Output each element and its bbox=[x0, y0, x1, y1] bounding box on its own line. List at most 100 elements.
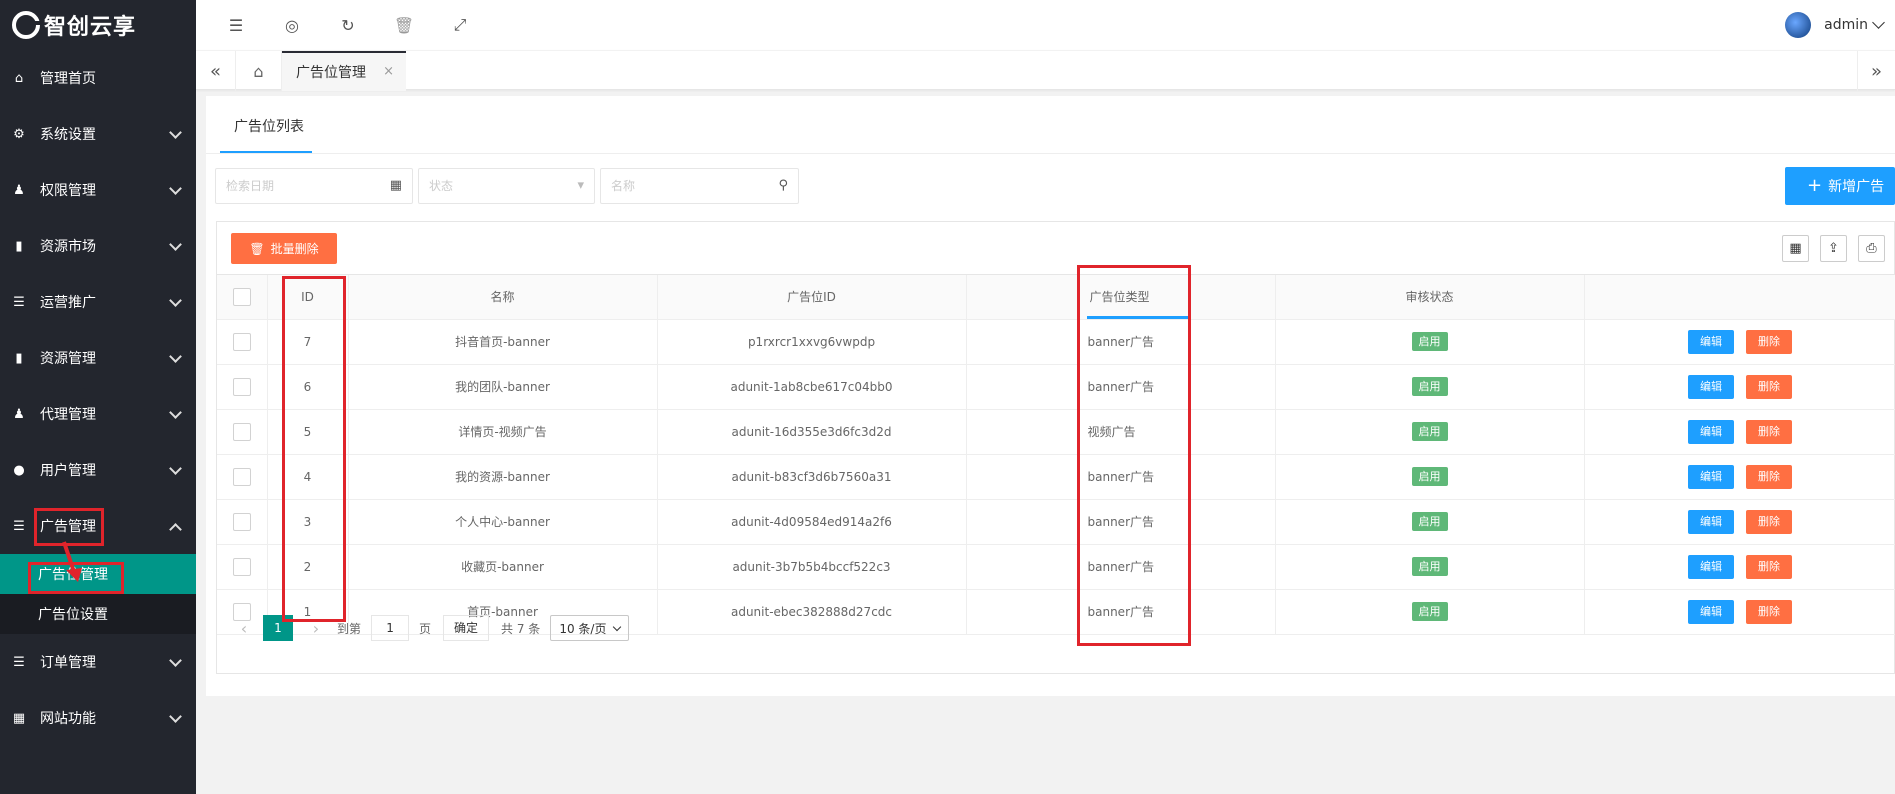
fullscreen-icon[interactable]: ⤢ bbox=[432, 0, 488, 50]
status-select[interactable] bbox=[419, 169, 594, 203]
sidebar-item-label: 系统设置 bbox=[40, 127, 96, 143]
edit-button[interactable]: 编辑 bbox=[1688, 554, 1734, 579]
sidebar-subitem-ad-slot-settings[interactable]: 广告位设置 bbox=[0, 594, 196, 634]
edit-button[interactable]: 编辑 bbox=[1688, 419, 1734, 444]
cell-ad-slot-id: adunit-3b7b5b4bccf522c3 bbox=[657, 544, 967, 590]
list-icon: ☰ bbox=[13, 518, 25, 534]
cell-review-status: 启用 bbox=[1275, 364, 1585, 410]
tab-label: 广告位管理 bbox=[296, 65, 366, 81]
sidebar-item-home[interactable]: ⌂ 管理首页 bbox=[0, 50, 196, 106]
delete-button[interactable]: 删除 bbox=[1746, 554, 1792, 579]
trash-icon[interactable]: 🗑 bbox=[376, 0, 432, 50]
refresh-icon[interactable]: ↻ bbox=[320, 0, 376, 50]
chevron-down-icon bbox=[169, 182, 182, 195]
header-name[interactable]: 名称 bbox=[348, 275, 658, 320]
status-badge: 启用 bbox=[1411, 467, 1448, 486]
name-filter[interactable]: ⚲ bbox=[600, 168, 799, 204]
gear-icon: ⚙ bbox=[13, 126, 25, 142]
chevron-down-icon bbox=[169, 710, 182, 723]
sidebar-item-permissions[interactable]: ♟ 权限管理 bbox=[0, 162, 196, 218]
cell-review-status: 启用 bbox=[1275, 319, 1585, 365]
table-row: 4 我的资源-banner adunit-b83cf3d6b7560a31 banne… bbox=[217, 454, 1895, 500]
delete-button[interactable]: 删除 bbox=[1746, 464, 1792, 489]
row-checkbox[interactable] bbox=[232, 332, 251, 351]
edit-button[interactable]: 编辑 bbox=[1688, 329, 1734, 354]
export-icon[interactable]: ⇪ bbox=[1820, 235, 1847, 262]
row-checkbox[interactable] bbox=[232, 557, 251, 576]
table-panel: 🗑 批量删除 ▦ ⇪ ⎙ ID 名称 广告位ID 广告位类型 审核状态 7 抖音… bbox=[216, 221, 1895, 674]
row-select-cell bbox=[217, 499, 268, 545]
edit-button[interactable]: 编辑 bbox=[1688, 464, 1734, 489]
tabs-scroll-left-icon[interactable]: « bbox=[196, 51, 236, 91]
globe-icon[interactable]: ◎ bbox=[264, 0, 320, 50]
delete-button[interactable]: 删除 bbox=[1746, 329, 1792, 354]
sidebar-item-agents[interactable]: ♟ 代理管理 bbox=[0, 386, 196, 442]
annotation-box-type-column bbox=[1077, 265, 1191, 646]
header-ad-slot-id[interactable]: 广告位ID bbox=[657, 275, 967, 320]
sidebar-item-resource-management[interactable]: ▮ 资源管理 bbox=[0, 330, 196, 386]
cell-review-status: 启用 bbox=[1275, 499, 1585, 545]
collapse-sidebar-icon[interactable]: ☰ bbox=[208, 0, 264, 50]
username: admin bbox=[1824, 17, 1868, 33]
status-badge: 启用 bbox=[1411, 512, 1448, 531]
chevron-down-icon: ▾ bbox=[577, 178, 584, 193]
goto-confirm-button[interactable]: 确定 bbox=[443, 615, 490, 641]
cell-actions: 编辑 删除 bbox=[1584, 454, 1895, 500]
cell-ad-slot-id: adunit-b83cf3d6b7560a31 bbox=[657, 454, 967, 500]
delete-button[interactable]: 删除 bbox=[1746, 509, 1792, 534]
add-ad-button[interactable]: + 新增广告 bbox=[1785, 167, 1895, 205]
top-header: ☰ ◎ ↻ 🗑 ⤢ admin bbox=[196, 0, 1895, 50]
sidebar-item-label: 资源市场 bbox=[40, 239, 96, 255]
sidebar-item-operations[interactable]: ☰ 运营推广 bbox=[0, 274, 196, 330]
select-all-checkbox[interactable] bbox=[232, 287, 251, 306]
row-checkbox[interactable] bbox=[232, 422, 251, 441]
name-search-input[interactable] bbox=[601, 169, 798, 203]
cell-ad-slot-id: adunit-4d09584ed914a2f6 bbox=[657, 499, 967, 545]
prev-page-icon[interactable]: ‹ bbox=[233, 619, 255, 638]
card-tabs: 广告位列表 bbox=[206, 96, 1895, 154]
status-filter[interactable]: ▾ bbox=[418, 168, 595, 204]
date-input[interactable] bbox=[216, 169, 412, 203]
tabs-scroll-right-icon[interactable]: » bbox=[1857, 51, 1895, 91]
list-icon: ☰ bbox=[13, 654, 25, 670]
edit-button[interactable]: 编辑 bbox=[1688, 374, 1734, 399]
logo-icon bbox=[12, 11, 40, 39]
tab-ad-slot-management[interactable]: 广告位管理 × bbox=[282, 51, 406, 91]
row-checkbox[interactable] bbox=[232, 467, 251, 486]
app-logo[interactable]: 智创云享 bbox=[0, 0, 196, 50]
cell-review-status: 启用 bbox=[1275, 544, 1585, 590]
sidebar-item-site-features[interactable]: ▦ 网站功能 bbox=[0, 690, 196, 746]
trash-icon: 🗑 bbox=[249, 241, 265, 256]
row-checkbox[interactable] bbox=[232, 377, 251, 396]
row-select-cell bbox=[217, 319, 268, 365]
sidebar-item-resource-market[interactable]: ▮ 资源市场 bbox=[0, 218, 196, 274]
page-size-select[interactable]: 10 条/页 bbox=[550, 615, 630, 641]
row-select-cell bbox=[217, 454, 268, 500]
chevron-down-icon bbox=[1872, 15, 1885, 29]
goto-page-input[interactable]: 1 bbox=[371, 615, 410, 641]
table-toolbar: 🗑 批量删除 ▦ ⇪ ⎙ bbox=[217, 222, 1894, 275]
active-tab-indicator bbox=[220, 151, 312, 153]
print-icon[interactable]: ⎙ bbox=[1858, 235, 1885, 262]
row-checkbox[interactable] bbox=[232, 512, 251, 531]
calendar-icon: ▦ bbox=[389, 178, 402, 193]
search-icon[interactable]: ⚲ bbox=[778, 178, 788, 193]
edit-button[interactable]: 编辑 bbox=[1688, 509, 1734, 534]
sidebar-item-orders[interactable]: ☰ 订单管理 bbox=[0, 634, 196, 690]
tab-ad-slot-list[interactable]: 广告位列表 bbox=[234, 116, 304, 136]
date-filter[interactable]: ▦ bbox=[215, 168, 413, 204]
delete-button[interactable]: 删除 bbox=[1746, 419, 1792, 444]
avatar[interactable] bbox=[1785, 12, 1812, 38]
columns-icon[interactable]: ▦ bbox=[1782, 235, 1809, 262]
user-menu[interactable]: admin bbox=[1785, 0, 1889, 50]
header-review-status[interactable]: 审核状态 bbox=[1275, 275, 1585, 320]
cell-actions: 编辑 删除 bbox=[1584, 544, 1895, 590]
close-icon[interactable]: × bbox=[383, 64, 394, 79]
chevron-down-icon bbox=[169, 238, 182, 251]
delete-button[interactable]: 删除 bbox=[1746, 374, 1792, 399]
batch-delete-button[interactable]: 🗑 批量删除 bbox=[231, 233, 337, 264]
sidebar-item-system-settings[interactable]: ⚙ 系统设置 bbox=[0, 106, 196, 162]
home-tab-icon[interactable]: ⌂ bbox=[236, 51, 282, 91]
cell-name: 我的团队-banner bbox=[348, 364, 658, 410]
sidebar-item-users[interactable]: ● 用户管理 bbox=[0, 442, 196, 498]
